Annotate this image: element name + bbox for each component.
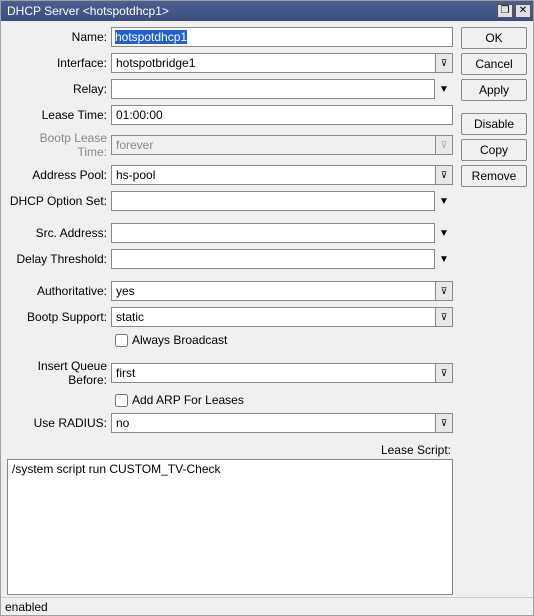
use-radius-label: Use RADIUS: bbox=[7, 416, 111, 430]
interface-input[interactable] bbox=[111, 53, 435, 73]
insert-queue-before-label: Insert Queue Before: bbox=[7, 359, 111, 387]
bootp-support-dropdown-icon[interactable]: ⊽ bbox=[435, 307, 453, 327]
bootp-lease-time-input bbox=[111, 135, 435, 155]
dhcp-option-set-input[interactable] bbox=[111, 191, 435, 211]
add-arp-label: Add ARP For Leases bbox=[132, 393, 244, 407]
status-text: enabled bbox=[5, 600, 48, 614]
titlebar[interactable]: DHCP Server <hotspotdhcp1> ❐ ✕ bbox=[1, 1, 533, 21]
use-radius-dropdown-icon[interactable]: ⊽ bbox=[435, 413, 453, 433]
src-address-expand-icon[interactable]: ▼ bbox=[435, 223, 453, 243]
lease-time-label: Lease Time: bbox=[7, 108, 111, 122]
lease-time-input[interactable] bbox=[111, 105, 453, 125]
relay-input[interactable] bbox=[111, 79, 435, 99]
address-pool-dropdown-icon[interactable]: ⊽ bbox=[435, 165, 453, 185]
authoritative-input[interactable] bbox=[111, 281, 435, 301]
authoritative-label: Authoritative: bbox=[7, 284, 111, 298]
delay-threshold-input[interactable] bbox=[111, 249, 435, 269]
address-pool-input[interactable] bbox=[111, 165, 435, 185]
interface-dropdown-icon[interactable]: ⊽ bbox=[435, 53, 453, 73]
close-icon[interactable]: ✕ bbox=[515, 4, 531, 18]
bootp-lease-time-label: Bootp Lease Time: bbox=[7, 131, 111, 159]
dhcp-option-set-label: DHCP Option Set: bbox=[7, 194, 111, 208]
bootp-support-label: Bootp Support: bbox=[7, 310, 111, 324]
authoritative-dropdown-icon[interactable]: ⊽ bbox=[435, 281, 453, 301]
lease-script-textarea[interactable] bbox=[7, 459, 453, 595]
interface-label: Interface: bbox=[7, 56, 111, 70]
src-address-label: Src. Address: bbox=[7, 226, 111, 240]
copy-button[interactable]: Copy bbox=[461, 139, 527, 161]
cancel-button[interactable]: Cancel bbox=[461, 53, 527, 75]
apply-button[interactable]: Apply bbox=[461, 79, 527, 101]
delay-threshold-expand-icon[interactable]: ▼ bbox=[435, 249, 453, 269]
address-pool-label: Address Pool: bbox=[7, 168, 111, 182]
window-title: DHCP Server <hotspotdhcp1> bbox=[7, 4, 495, 18]
add-arp-checkbox[interactable] bbox=[115, 394, 128, 407]
always-broadcast-label: Always Broadcast bbox=[132, 333, 227, 347]
insert-queue-before-dropdown-icon[interactable]: ⊽ bbox=[435, 363, 453, 383]
bootp-lease-time-dropdown-icon: ⊽ bbox=[435, 135, 453, 155]
statusbar: enabled bbox=[1, 597, 533, 615]
restore-icon[interactable]: ❐ bbox=[497, 4, 513, 18]
insert-queue-before-input[interactable] bbox=[111, 363, 435, 383]
form-area: Name: hotspotdhcp1 Interface: ⊽ Relay: ▼ bbox=[7, 27, 453, 595]
relay-expand-icon[interactable]: ▼ bbox=[435, 79, 453, 99]
use-radius-input[interactable] bbox=[111, 413, 435, 433]
remove-button[interactable]: Remove bbox=[461, 165, 527, 187]
src-address-input[interactable] bbox=[111, 223, 435, 243]
bootp-support-input[interactable] bbox=[111, 307, 435, 327]
name-input[interactable]: hotspotdhcp1 bbox=[111, 27, 453, 47]
button-column: OK Cancel Apply Disable Copy Remove bbox=[461, 27, 527, 595]
disable-button[interactable]: Disable bbox=[461, 113, 527, 135]
lease-script-label: Lease Script: bbox=[7, 443, 451, 457]
name-label: Name: bbox=[7, 30, 111, 44]
dhcp-option-set-expand-icon[interactable]: ▼ bbox=[435, 191, 453, 211]
relay-label: Relay: bbox=[7, 82, 111, 96]
ok-button[interactable]: OK bbox=[461, 27, 527, 49]
delay-threshold-label: Delay Threshold: bbox=[7, 252, 111, 266]
dhcp-server-window: DHCP Server <hotspotdhcp1> ❐ ✕ Name: hot… bbox=[0, 0, 534, 616]
always-broadcast-checkbox[interactable] bbox=[115, 334, 128, 347]
